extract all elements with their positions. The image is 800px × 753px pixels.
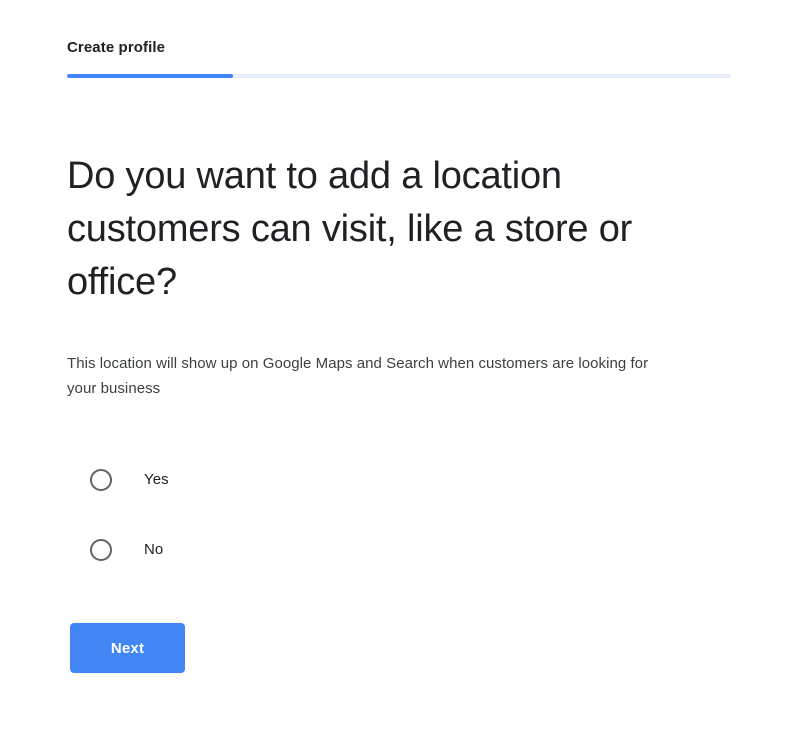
radio-option-label: No: [144, 541, 164, 558]
question-description: This location will show up on Google Map…: [67, 355, 649, 397]
radio-option-no[interactable]: No: [90, 526, 737, 574]
progress-bar: [67, 74, 731, 78]
radio-circle-icon[interactable]: [90, 469, 112, 491]
radio-option-label: Yes: [144, 471, 169, 488]
page-title: Create profile: [67, 39, 166, 56]
location-radio-group: Yes No: [67, 401, 737, 574]
action-bar: Next: [67, 574, 737, 673]
create-profile-page: Create profile Do you want to add a loca…: [0, 0, 800, 753]
radio-circle-icon[interactable]: [90, 539, 112, 561]
radio-option-yes[interactable]: Yes: [90, 456, 737, 504]
question-headline: Do you want to add a location customers …: [67, 155, 633, 303]
main-content: Do you want to add a location customers …: [67, 150, 737, 673]
step-header: Create profile: [67, 38, 732, 58]
progress-bar-fill: [67, 74, 233, 78]
next-button[interactable]: Next: [70, 623, 185, 673]
